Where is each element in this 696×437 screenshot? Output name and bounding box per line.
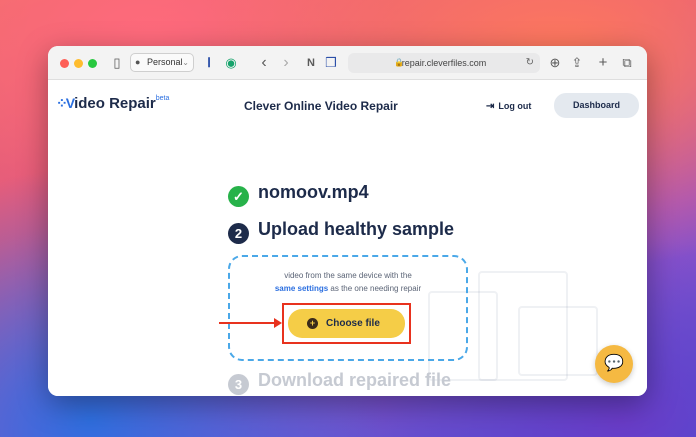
url-text: repair.cleverfiles.com xyxy=(401,58,487,68)
plus-icon[interactable]: + xyxy=(594,54,612,72)
download-icon[interactable]: ⊕ xyxy=(546,54,564,72)
check-icon: ✓ xyxy=(228,186,249,207)
share-icon[interactable]: ⇪ xyxy=(568,54,586,72)
lock-icon: 🔒 xyxy=(394,58,404,67)
choose-file-label: Choose file xyxy=(326,318,380,329)
step-1-label: nomoov.mp4 xyxy=(258,182,369,202)
choose-file-button[interactable]: + Choose file xyxy=(288,309,405,338)
hint-emphasis: same settings xyxy=(274,284,329,293)
back-icon[interactable]: ‹ xyxy=(255,54,273,72)
browser-window: ▯ ● Personal ⌄ Ⅰ ◉ ‹ › N ❒ 🔒 repair.clev… xyxy=(48,46,647,396)
step-3-label: Download repaired file xyxy=(258,370,452,390)
close-window-button[interactable] xyxy=(60,59,69,68)
upload-hint-line-1: video from the same device with the xyxy=(284,271,412,280)
chat-button[interactable]: 💬 xyxy=(595,345,633,383)
logo-text: ideo Repair xyxy=(74,95,156,112)
sidebar-icon[interactable]: ▯ xyxy=(108,54,126,72)
notion-icon[interactable]: N xyxy=(302,54,320,72)
logout-label: Log out xyxy=(498,101,532,111)
profile-label: Personal xyxy=(147,57,183,67)
reader-icon[interactable]: Ⅰ xyxy=(200,54,218,72)
logout-button[interactable]: ⇥ Log out xyxy=(486,101,531,112)
forward-icon[interactable]: › xyxy=(277,54,295,72)
step-2-label: Upload healthy sample xyxy=(258,219,455,239)
annotation-arrow xyxy=(219,322,276,324)
chevron-down-icon: ⌄ xyxy=(182,58,189,67)
annotation-arrow-head xyxy=(274,318,282,328)
bookmark-icon[interactable]: ❒ xyxy=(322,54,340,72)
step-3-number: 3 xyxy=(228,374,249,395)
page-title: Clever Online Video Repair xyxy=(244,99,398,113)
address-bar[interactable]: 🔒 repair.cleverfiles.com ↻ xyxy=(348,53,540,73)
browser-toolbar: ▯ ● Personal ⌄ Ⅰ ◉ ‹ › N ❒ 🔒 repair.clev… xyxy=(48,46,647,80)
chat-icon: 💬 xyxy=(604,355,624,372)
beta-badge: beta xyxy=(155,95,170,102)
grammarly-icon[interactable]: ◉ xyxy=(222,54,240,72)
step-3: 3 Download repaired file xyxy=(228,370,451,395)
logout-icon: ⇥ xyxy=(486,101,495,112)
reload-icon[interactable]: ↻ xyxy=(526,53,534,73)
zoom-window-button[interactable] xyxy=(88,59,97,68)
site-logo[interactable]: ⁘Video Repairbeta xyxy=(56,95,169,112)
decorative-illustration xyxy=(518,306,598,376)
step-2-number: 2 xyxy=(228,223,249,244)
upload-hint-line-2: same settings as the one needing repair xyxy=(230,284,466,293)
tabs-icon[interactable]: ⧉ xyxy=(618,54,636,72)
page-content: ⁘Video Repairbeta Clever Online Video Re… xyxy=(48,81,647,396)
step-1: ✓ nomoov.mp4 xyxy=(228,182,369,207)
profile-selector[interactable]: ● Personal ⌄ xyxy=(130,53,194,72)
dashboard-button[interactable]: Dashboard xyxy=(554,93,639,118)
step-2: 2 Upload healthy sample xyxy=(228,219,454,244)
hint-rest: as the one needing repair xyxy=(328,284,422,293)
plus-circle-icon: + xyxy=(307,318,318,329)
minimize-window-button[interactable] xyxy=(74,59,83,68)
person-icon: ● xyxy=(135,57,141,67)
logo-mark-icon: ⁘V xyxy=(56,95,75,111)
